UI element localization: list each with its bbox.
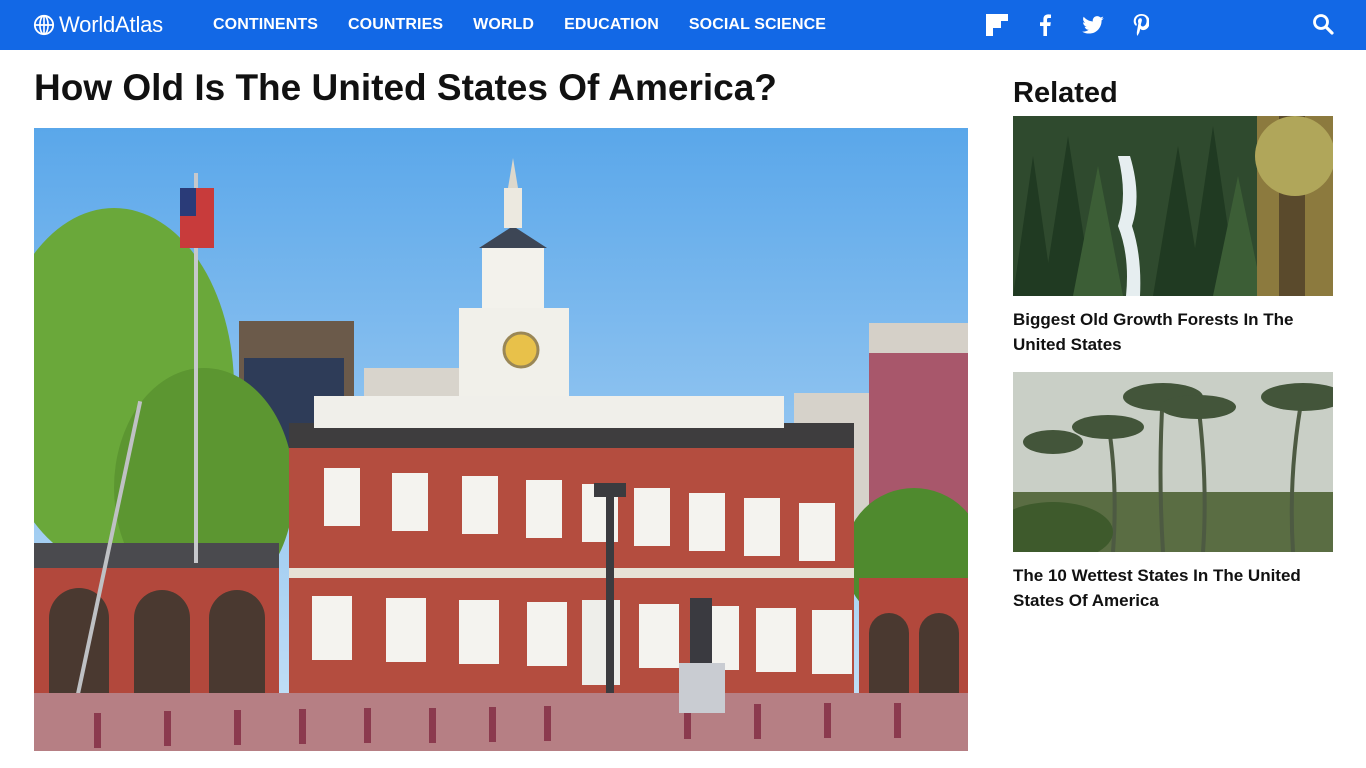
hero-image [34, 128, 968, 751]
related-title[interactable]: The 10 Wettest States In The United Stat… [1013, 563, 1333, 613]
related-thumbnail[interactable] [1013, 116, 1333, 296]
nav-social-science[interactable]: SOCIAL SCIENCE [689, 16, 826, 34]
globe-icon [33, 14, 55, 36]
nav-continents[interactable]: CONTINENTS [213, 16, 318, 34]
nav-world[interactable]: WORLD [473, 16, 534, 34]
top-nav-bar: WorldAtlas CONTINENTS COUNTRIES WORLD ED… [0, 0, 1366, 50]
site-logo[interactable]: WorldAtlas [33, 12, 163, 38]
article-title: How Old Is The United States Of America? [34, 67, 777, 108]
related-item[interactable]: The 10 Wettest States In The United Stat… [1013, 372, 1333, 613]
facebook-icon[interactable] [1032, 12, 1058, 38]
related-item[interactable]: Biggest Old Growth Forests In The United… [1013, 116, 1333, 357]
pinterest-icon[interactable] [1128, 12, 1154, 38]
related-thumbnail[interactable] [1013, 372, 1333, 552]
logo-text: WorldAtlas [59, 12, 163, 37]
twitter-icon[interactable] [1080, 12, 1106, 38]
related-title[interactable]: Biggest Old Growth Forests In The United… [1013, 307, 1333, 357]
social-links [984, 12, 1176, 38]
nav-education[interactable]: EDUCATION [564, 16, 659, 34]
nav-countries[interactable]: COUNTRIES [348, 16, 443, 34]
related-heading: Related [1013, 77, 1118, 109]
main-nav: CONTINENTS COUNTRIES WORLD EDUCATION SOC… [213, 0, 856, 50]
search-icon[interactable] [1312, 13, 1336, 37]
flipboard-icon[interactable] [984, 12, 1010, 38]
